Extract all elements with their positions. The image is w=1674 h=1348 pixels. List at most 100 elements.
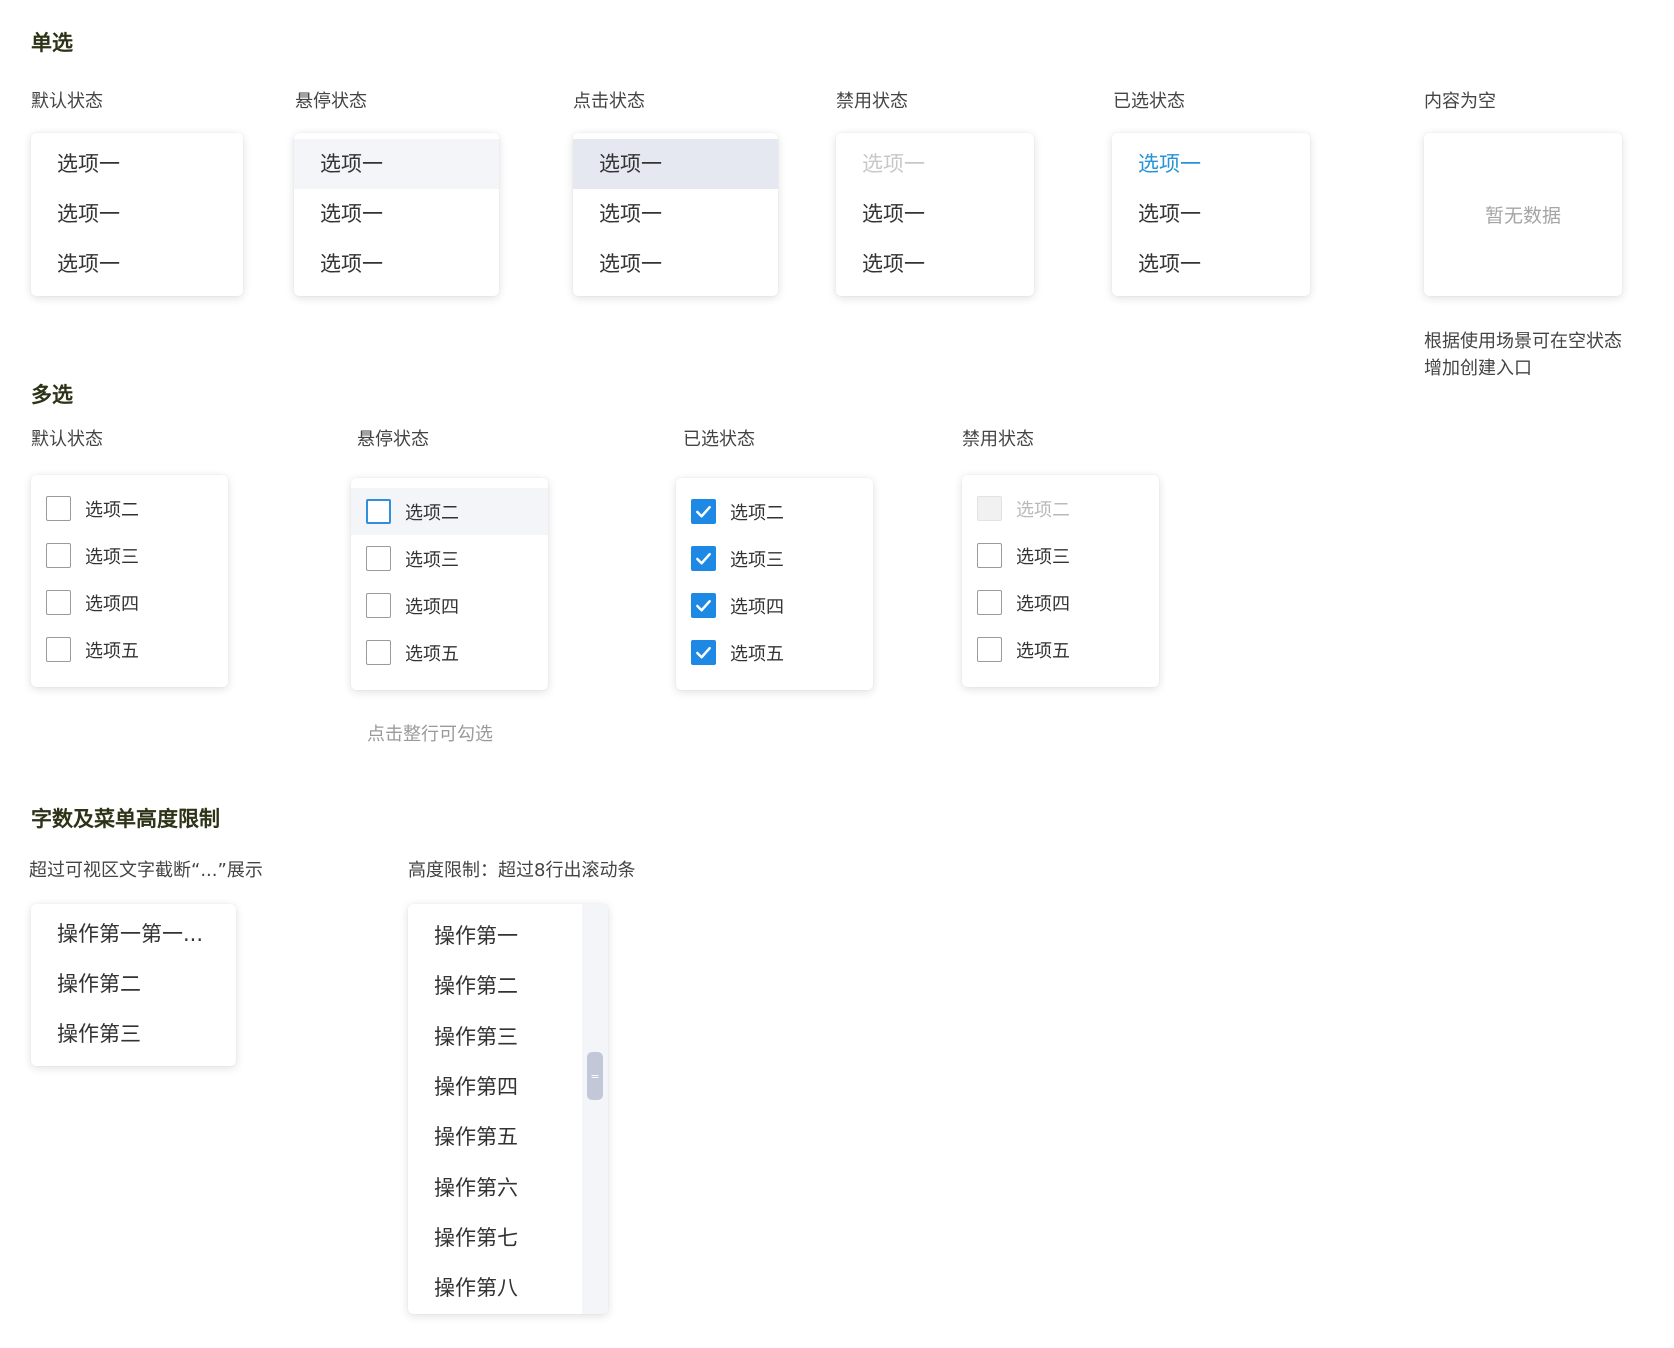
menu-option[interactable]: 选项一 [1112,239,1310,289]
checkbox-icon[interactable] [366,546,391,571]
multi-disabled-menu: 选项二 选项三 选项四 选项五 [962,475,1159,687]
checkbox-label: 选项二 [1016,499,1070,521]
scroll-menu[interactable]: 操作第一 操作第二 操作第三 操作第四 操作第五 操作第六 操作第七 操作第八 … [408,904,608,1314]
checkbox-icon[interactable] [366,593,391,618]
menu-option[interactable]: 选项一 [31,139,243,189]
checkbox-label: 选项二 [85,499,139,521]
menu-option[interactable]: 操作第五 [408,1112,518,1162]
checkbox-row[interactable]: 选项五 [676,629,873,676]
multi-default-label: 默认状态 [31,429,103,450]
menu-option-disabled: 选项一 [862,152,925,176]
menu-option[interactable]: 操作第八 [408,1263,518,1313]
scrollbar-thumb[interactable]: = [587,1052,603,1100]
menu-option[interactable]: 选项一 [573,239,778,289]
menu-option[interactable]: 选项一 [573,189,778,239]
checkbox-row-disabled: 选项二 [962,485,1159,532]
checkbox-label: 选项五 [85,640,139,662]
single-selected-label: 已选状态 [1113,91,1185,112]
menu-option-hovered[interactable]: 选项一 [294,139,499,189]
checkbox-row[interactable]: 选项五 [351,629,548,676]
checkbox-row[interactable]: 选项二 [676,488,873,535]
menu-option[interactable]: 操作第二 [31,959,141,1009]
multi-selected-menu: 选项二 选项三 选项四 选项五 [676,478,873,690]
menu-option-pressed[interactable]: 选项一 [573,139,778,189]
checkbox-icon[interactable] [977,637,1002,662]
multi-hover-label: 悬停状态 [357,429,429,450]
checkbox-label: 选项五 [405,643,459,665]
checkbox-row[interactable]: 选项三 [962,532,1159,579]
menu-option[interactable]: 操作第三 [408,1012,518,1062]
menu-option[interactable]: 选项一 [294,189,499,239]
checkbox-row[interactable]: 选项五 [31,626,228,673]
checkbox-row[interactable]: 选项四 [676,582,873,629]
single-default-menu: 选项一 选项一 选项一 [31,133,243,296]
empty-state-note-line1: 根据使用场景可在空状态 [1424,331,1622,352]
menu-option-selected[interactable]: 选项一 [1112,139,1310,189]
checkbox-disabled-icon [977,496,1002,521]
checkbox-label: 选项三 [405,549,459,571]
checkbox-row[interactable]: 选项三 [351,535,548,582]
single-empty-label: 内容为空 [1424,91,1496,112]
checkbox-label: 选项四 [85,593,139,615]
menu-option[interactable]: 操作第一 [408,911,518,961]
single-disabled-label: 禁用状态 [836,91,908,112]
checkbox-checked-icon[interactable] [691,640,716,665]
checkbox-label: 选项三 [85,546,139,568]
single-hover-menu: 选项一 选项一 选项一 [294,133,499,296]
checkbox-row[interactable]: 选项二 [31,485,228,532]
checkbox-row[interactable]: 选项五 [962,626,1159,673]
checkbox-icon[interactable] [366,499,391,524]
single-empty-menu: 暂无数据 [1424,133,1622,296]
menu-option[interactable]: 操作第六 [408,1163,518,1213]
checkbox-checked-icon[interactable] [691,546,716,571]
menu-option-truncated[interactable]: 操作第一第一... [31,909,203,959]
checkbox-checked-icon[interactable] [691,593,716,618]
menu-option[interactable]: 选项一 [294,239,499,289]
truncate-menu: 操作第一第一... 操作第二 操作第三 [31,904,236,1066]
checkbox-label: 选项四 [1016,593,1070,615]
checkbox-icon[interactable] [366,640,391,665]
checkbox-row[interactable]: 选项四 [351,582,548,629]
checkbox-label: 选项三 [730,549,784,571]
single-selected-menu: 选项一 选项一 选项一 [1112,133,1310,296]
multi-hover-hint: 点击整行可勾选 [367,724,493,745]
checkmark-icon [696,552,711,565]
empty-state-note-line2: 增加创建入口 [1424,358,1532,379]
checkbox-label: 选项二 [405,502,459,524]
menu-option[interactable]: 选项一 [31,239,243,289]
menu-option[interactable]: 操作第三 [31,1009,141,1059]
menu-option[interactable]: 操作第二 [408,961,518,1011]
checkbox-checked-icon[interactable] [691,499,716,524]
single-click-label: 点击状态 [573,91,645,112]
checkbox-icon[interactable] [46,543,71,568]
height-limit-label: 高度限制：超过8行出滚动条 [408,860,636,881]
checkbox-icon[interactable] [46,496,71,521]
menu-option[interactable]: 操作第四 [408,1062,518,1112]
checkbox-row[interactable]: 选项四 [962,579,1159,626]
single-disabled-menu: 选项一 选项一 选项一 [836,133,1034,296]
checkbox-label: 选项四 [730,596,784,618]
menu-option[interactable]: 选项一 [836,239,1034,289]
empty-state-text: 暂无数据 [1484,205,1561,227]
checkbox-icon[interactable] [977,590,1002,615]
checkbox-icon[interactable] [977,543,1002,568]
menu-option[interactable]: 选项一 [1112,189,1310,239]
scrollbar-grip-icon: = [590,1069,600,1083]
truncate-label: 超过可视区文字截断“...”展示 [29,860,263,881]
single-default-label: 默认状态 [31,91,103,112]
checkbox-row[interactable]: 选项三 [676,535,873,582]
limits-section-title: 字数及菜单高度限制 [31,807,220,831]
menu-option[interactable]: 选项一 [836,189,1034,239]
checkbox-row[interactable]: 选项三 [31,532,228,579]
checkbox-icon[interactable] [46,637,71,662]
checkbox-label: 选项二 [730,502,784,524]
menu-option[interactable]: 操作第七 [408,1213,518,1263]
multi-hover-menu: 选项二 选项三 选项四 选项五 [351,478,548,690]
checkbox-label: 选项五 [1016,640,1070,662]
checkbox-row[interactable]: 选项四 [31,579,228,626]
checkbox-icon[interactable] [46,590,71,615]
checkmark-icon [696,599,711,612]
menu-option[interactable]: 选项一 [31,189,243,239]
scrollbar-track[interactable]: = [582,904,608,1314]
checkbox-row-hovered[interactable]: 选项二 [351,488,548,535]
